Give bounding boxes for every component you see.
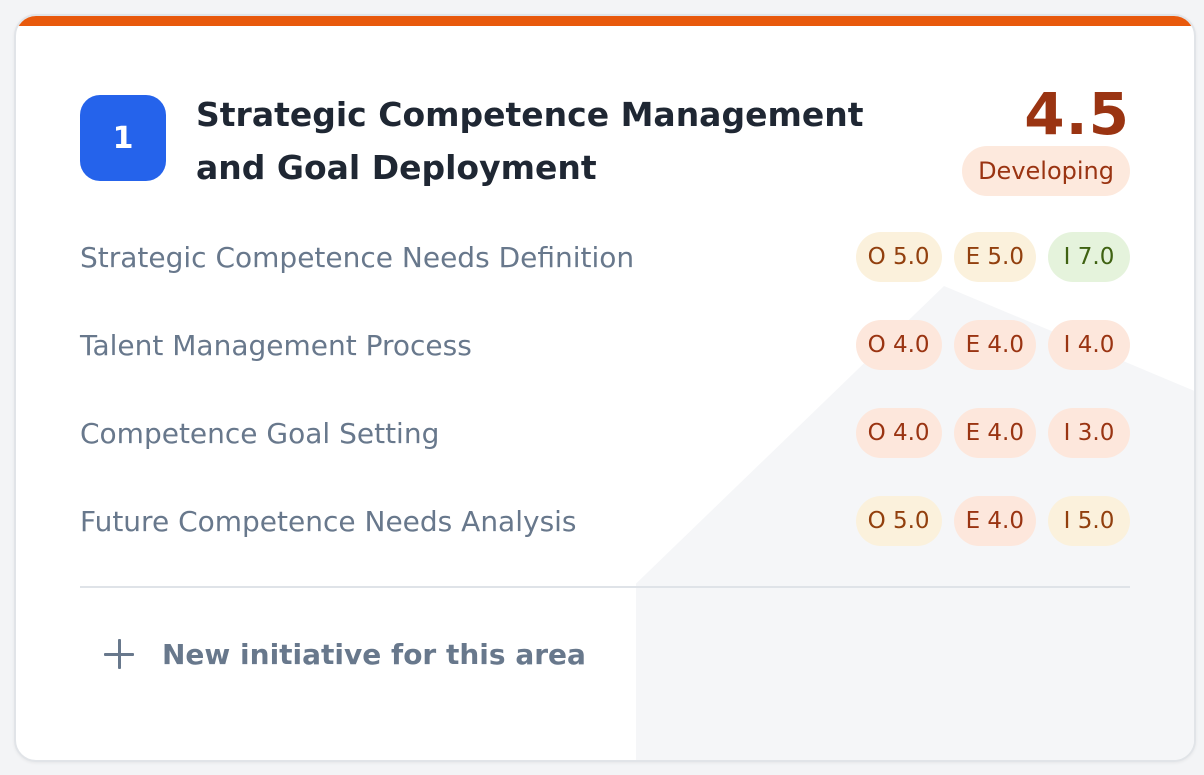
subarea-label: Competence Goal Setting <box>80 416 440 450</box>
score-chip-o: O 4.0 <box>855 408 942 458</box>
accent-bar <box>16 16 1194 26</box>
score-chip-o: O 5.0 <box>855 232 942 282</box>
score-chip-e: E 4.0 <box>953 320 1036 370</box>
score-chips: O 4.0 E 4.0 I 4.0 <box>855 320 1130 370</box>
plus-icon <box>104 639 134 669</box>
area-score: 4.5 <box>1024 80 1130 148</box>
score-chip-e: E 4.0 <box>953 496 1036 546</box>
score-chip-o: O 4.0 <box>855 320 942 370</box>
new-initiative-label: New initiative for this area <box>162 637 586 671</box>
score-chip-i: I 5.0 <box>1048 496 1130 546</box>
section-divider <box>80 586 1130 588</box>
subarea-label: Future Competence Needs Analysis <box>80 504 577 538</box>
score-chips: O 4.0 E 4.0 I 3.0 <box>855 408 1130 458</box>
score-chip-e: E 4.0 <box>953 408 1036 458</box>
area-card: 1 Strategic Competence Management and Go… <box>14 14 1196 762</box>
score-chip-i: I 7.0 <box>1048 232 1130 282</box>
score-chips: O 5.0 E 4.0 I 5.0 <box>855 496 1130 546</box>
subarea-row[interactable]: Future Competence Needs Analysis O 5.0 E… <box>80 495 1130 547</box>
score-chip-o: O 5.0 <box>855 496 942 546</box>
maturity-level-badge: Developing <box>962 146 1130 196</box>
area-title: Strategic Competence Management and Goal… <box>196 95 864 187</box>
subarea-row[interactable]: Strategic Competence Needs Definition O … <box>80 231 1130 283</box>
subarea-label: Talent Management Process <box>80 328 472 362</box>
subarea-row[interactable]: Talent Management Process O 4.0 E 4.0 I … <box>80 319 1130 371</box>
score-chip-i: I 3.0 <box>1048 408 1130 458</box>
score-chip-i: I 4.0 <box>1048 320 1130 370</box>
subarea-label: Strategic Competence Needs Definition <box>80 240 635 274</box>
score-chip-e: E 5.0 <box>953 232 1036 282</box>
subarea-row[interactable]: Competence Goal Setting O 4.0 E 4.0 I 3.… <box>80 407 1130 459</box>
area-number-badge: 1 <box>80 95 166 181</box>
new-initiative-button[interactable]: New initiative for this area <box>104 628 586 680</box>
score-chips: O 5.0 E 5.0 I 7.0 <box>855 232 1130 282</box>
